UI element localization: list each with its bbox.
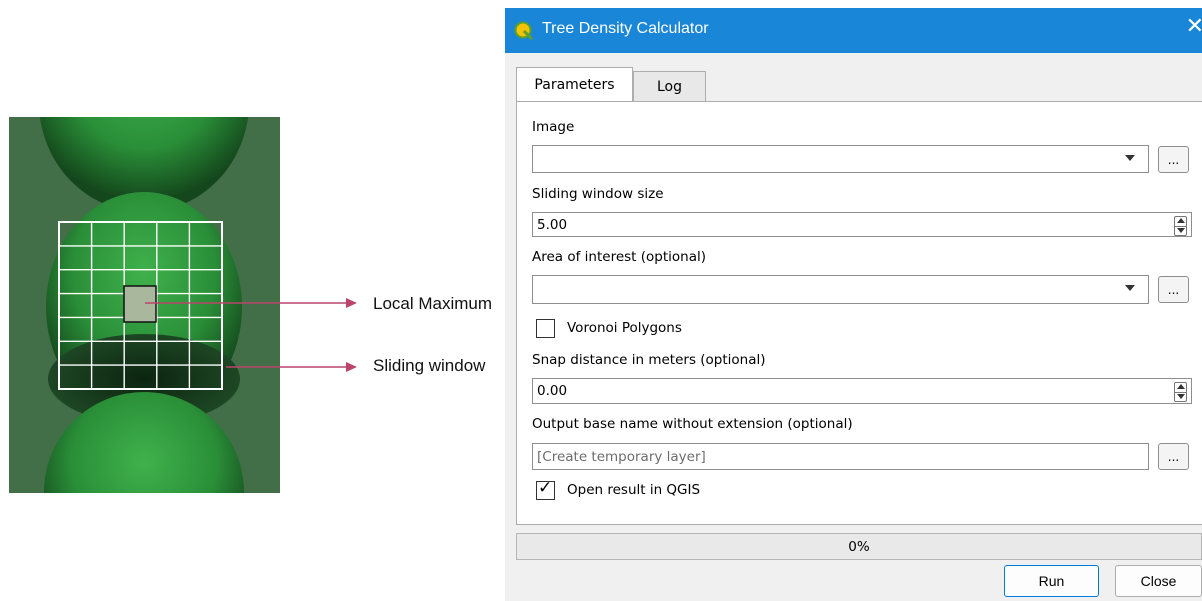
snap-distance-value: 0.00	[537, 383, 568, 399]
spin-arrows-icon[interactable]	[1174, 216, 1187, 236]
run-button[interactable]: Run	[1004, 565, 1099, 597]
progress-text: 0%	[848, 538, 870, 555]
sliding-window-size-spinbox[interactable]: 5.00	[532, 212, 1192, 237]
open-result-label: Open result in QGIS	[567, 482, 701, 498]
area-of-interest-browse-button[interactable]: ...	[1158, 276, 1189, 303]
chevron-down-icon	[1125, 285, 1135, 291]
output-base-name-input[interactable]: [Create temporary layer]	[532, 443, 1149, 470]
qgis-logo-icon	[514, 21, 534, 45]
title-bar[interactable]: Tree Density Calculator ✕	[505, 8, 1202, 53]
area-of-interest-combobox[interactable]	[532, 275, 1149, 304]
close-icon[interactable]: ✕	[1186, 16, 1202, 38]
spin-arrows-icon[interactable]	[1174, 382, 1187, 402]
output-base-name-label: Output base name without extension (opti…	[532, 416, 853, 432]
snap-distance-spinbox[interactable]: 0.00	[532, 378, 1192, 404]
checkmark-icon: ✓	[538, 478, 553, 498]
area-of-interest-label: Area of interest (optional)	[532, 249, 706, 265]
sliding-window-size-label: Sliding window size	[532, 186, 664, 202]
voronoi-checkbox[interactable]	[536, 319, 555, 338]
tab-log[interactable]: Log	[633, 71, 706, 102]
output-base-name-placeholder: [Create temporary layer]	[537, 448, 706, 465]
output-browse-button[interactable]: ...	[1158, 443, 1189, 470]
close-button[interactable]: Close	[1115, 565, 1202, 597]
sliding-window-label: Sliding window	[373, 356, 486, 375]
snap-distance-label: Snap distance in meters (optional)	[532, 352, 766, 368]
dialog-title: Tree Density Calculator	[542, 20, 709, 37]
chevron-down-icon	[1125, 155, 1135, 161]
image-combobox[interactable]	[532, 145, 1149, 173]
open-result-checkbox[interactable]: ✓	[536, 478, 555, 500]
image-label: Image	[532, 119, 575, 135]
sliding-window-size-value: 5.00	[537, 216, 568, 233]
image-browse-button[interactable]: ...	[1158, 146, 1189, 173]
parameters-panel: Image ... Sliding window size 5.00 Area …	[516, 101, 1202, 525]
progress-bar: 0%	[516, 533, 1202, 560]
tab-parameters[interactable]: Parameters	[516, 67, 633, 102]
local-maximum-label: Local Maximum	[373, 294, 493, 313]
voronoi-label: Voronoi Polygons	[567, 320, 682, 336]
tree-density-calculator-dialog: Tree Density Calculator ✕ Parameters Log…	[505, 8, 1202, 601]
